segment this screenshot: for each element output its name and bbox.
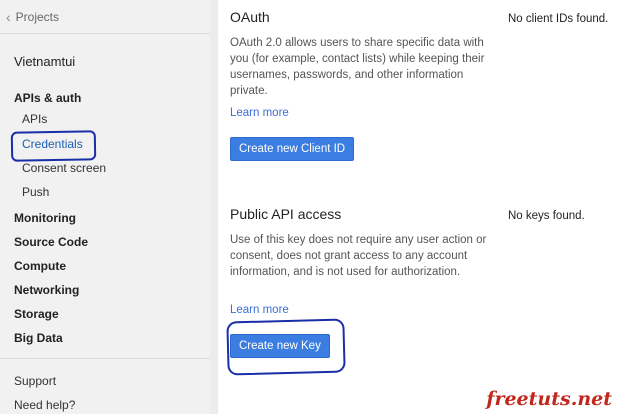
sidebar-item-consent-screen[interactable]: Consent screen (22, 161, 106, 175)
project-name: Vietnamtui (14, 54, 76, 69)
sidebar-gutter (210, 0, 218, 414)
sidebar-item-support[interactable]: Support (14, 374, 56, 388)
back-to-projects-link[interactable]: ‹ Projects (6, 10, 59, 24)
sidebar-item-need-help[interactable]: Need help? (14, 398, 75, 412)
back-label: Projects (15, 10, 60, 24)
sidebar-item-big-data[interactable]: Big Data (14, 331, 63, 345)
public-api-learn-more-link[interactable]: Learn more (230, 304, 289, 316)
sidebar-divider (0, 358, 210, 359)
oauth-status: No client IDs found. (508, 13, 609, 25)
sidebar-item-apis-auth[interactable]: APIs & auth (14, 91, 81, 105)
sidebar-item-apis[interactable]: APIs (22, 112, 47, 126)
public-api-status: No keys found. (508, 210, 585, 222)
sidebar-item-networking[interactable]: Networking (14, 283, 79, 297)
public-api-title: Public API access (230, 206, 342, 222)
create-client-id-button[interactable]: Create new Client ID (230, 137, 355, 161)
sidebar-item-storage[interactable]: Storage (14, 307, 59, 321)
sidebar-item-push[interactable]: Push (22, 185, 49, 199)
sidebar-item-credentials[interactable]: Credentials (22, 137, 83, 151)
sidebar: ‹ Projects Vietnamtui APIs & auth APIs C… (0, 0, 211, 414)
public-api-description: Use of this key does not require any use… (230, 234, 487, 278)
chevron-left-icon: ‹ (6, 9, 11, 25)
sidebar-item-monitoring[interactable]: Monitoring (14, 211, 76, 225)
oauth-description: OAuth 2.0 allows users to share specific… (230, 37, 485, 97)
sidebar-divider (0, 33, 210, 34)
oauth-learn-more-link[interactable]: Learn more (230, 107, 289, 119)
credentials-main: OAuth OAuth 2.0 allows users to share sp… (218, 0, 620, 414)
oauth-title: OAuth (230, 9, 270, 25)
sidebar-item-compute[interactable]: Compute (14, 259, 66, 273)
sidebar-item-source-code[interactable]: Source Code (14, 235, 88, 249)
create-key-button[interactable]: Create new Key (230, 334, 330, 358)
watermark-logo: freetuts.net (486, 388, 612, 410)
